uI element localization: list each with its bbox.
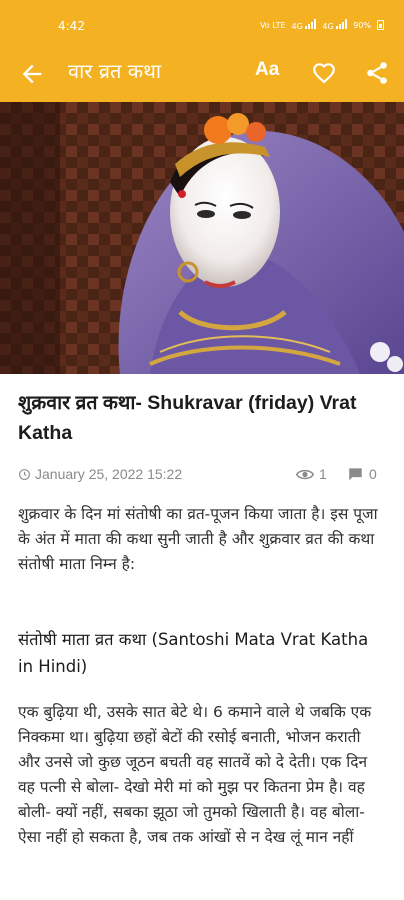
clock-icon bbox=[19, 468, 30, 480]
page-title: वार व्रत कथा bbox=[68, 59, 162, 83]
status-icons: Vo LTE 4G 4G 90% bbox=[260, 19, 384, 31]
favorite-heart-icon[interactable] bbox=[311, 60, 337, 86]
article-hero-image bbox=[0, 102, 404, 374]
article-intro: शुक्रवार के दिन मां संतोषी का व्रत-पूजन … bbox=[18, 505, 378, 573]
signal-icon: 4G bbox=[292, 19, 317, 31]
battery-icon bbox=[377, 20, 384, 30]
volte-label: Vo LTE bbox=[259, 20, 286, 30]
article-header: शुक्रवार व्रत कथा- Shukravar (friday) Vr… bbox=[18, 388, 390, 448]
article-subheading: संतोषी माता व्रत कथा (Santoshi Mata Vrat… bbox=[18, 630, 369, 676]
date-text: January 25, 2022 15:22 bbox=[35, 466, 183, 482]
comment-icon bbox=[349, 468, 362, 481]
article-meta: January 25, 2022 15:22 1 0 bbox=[18, 466, 380, 486]
font-size-button[interactable]: Aa bbox=[255, 59, 279, 81]
share-icon[interactable] bbox=[364, 60, 390, 86]
comment-count[interactable]: 0 bbox=[348, 466, 377, 482]
status-time: 4:42 bbox=[58, 19, 85, 33]
goddess-idol-image bbox=[0, 102, 404, 374]
comments-text: 0 bbox=[369, 466, 377, 482]
article-title: शुक्रवार व्रत कथा- Shukravar (friday) Vr… bbox=[18, 392, 357, 444]
article-story: एक बुढ़िया थी, उसके सात बेटे थे। 6 कमाने… bbox=[18, 703, 372, 846]
article-date: January 25, 2022 15:22 bbox=[18, 466, 182, 482]
status-bar: 4:42 Vo LTE 4G 4G 90% bbox=[0, 0, 404, 46]
eye-icon bbox=[296, 469, 314, 479]
view-count: 1 bbox=[296, 466, 327, 482]
signal-icon-2: 4G bbox=[322, 19, 348, 31]
app-bar: वार व्रत कथा Aa bbox=[0, 46, 404, 102]
arrow-back-icon[interactable] bbox=[18, 60, 46, 88]
battery-percent: 90% bbox=[353, 20, 371, 30]
views-text: 1 bbox=[319, 466, 327, 482]
